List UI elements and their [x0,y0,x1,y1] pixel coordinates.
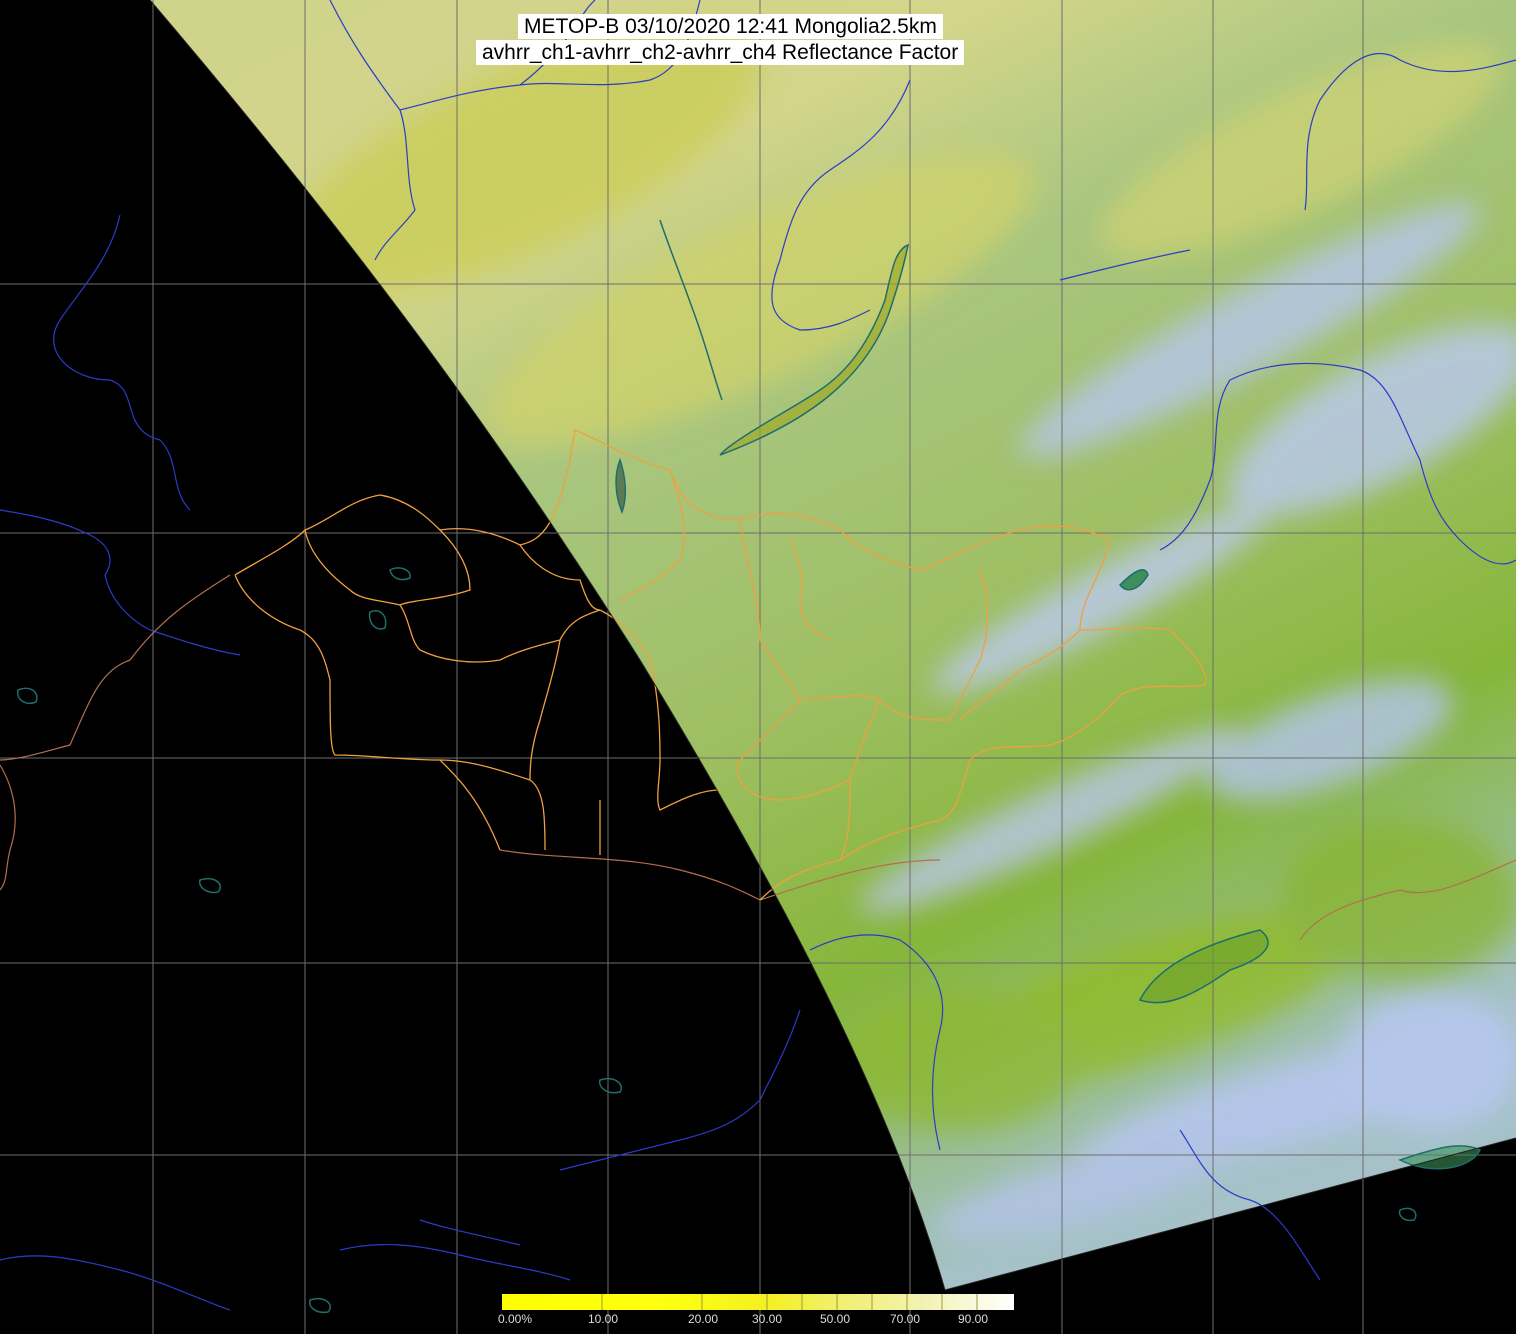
satellite-map [0,0,1516,1334]
colorbar-label: 70.00 [890,1312,921,1326]
map-title-line1: METOP-B 03/10/2020 12:41 Mongolia2.5km [518,14,943,39]
colorbar-label: 20.00 [688,1312,719,1326]
colorbar-labels: 0.00% 10.00 20.00 30.00 50.00 70.00 90.0… [498,1312,1022,1330]
colorbar-label: 90.00 [958,1312,989,1326]
colorbar [502,1294,1014,1310]
colorbar-label: 50.00 [820,1312,851,1326]
map-title-line2: avhrr_ch1-avhrr_ch2-avhrr_ch4 Reflectanc… [476,40,965,65]
colorbar-label: 10.00 [588,1312,619,1326]
colorbar-label: 30.00 [752,1312,783,1326]
colorbar-label: 0.00% [498,1312,533,1326]
